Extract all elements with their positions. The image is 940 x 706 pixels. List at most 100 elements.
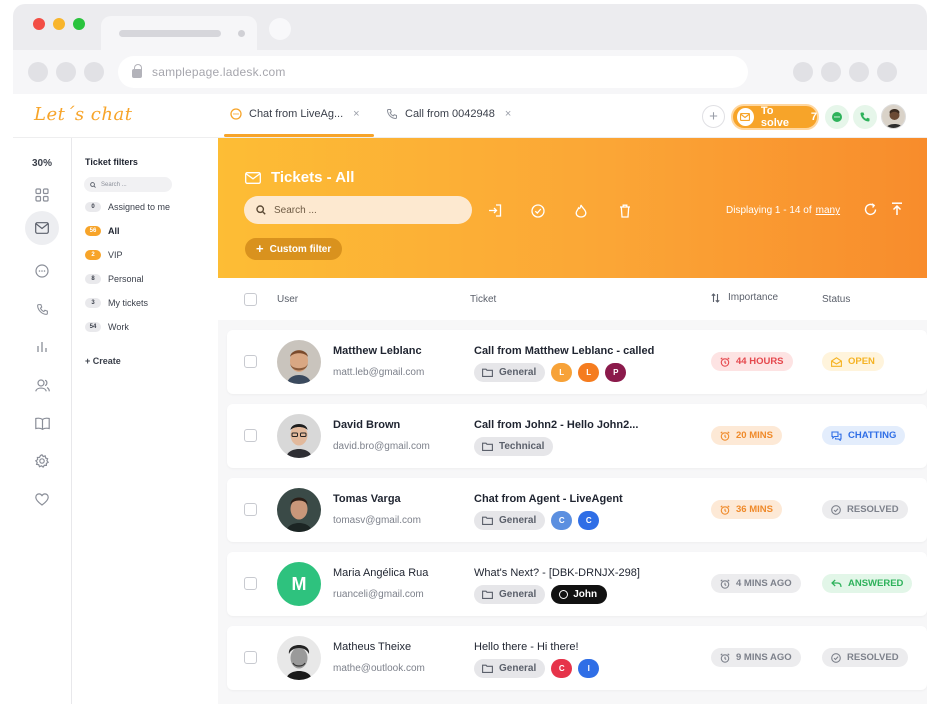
department-badge[interactable]: Technical [474, 437, 554, 456]
status-label: CHATTING [848, 430, 897, 441]
filter-item-all[interactable]: 56 All [85, 226, 120, 236]
status-badge: RESOLVED [822, 648, 908, 667]
filter-item-personal[interactable]: 8 Personal [85, 274, 144, 284]
tag-chip[interactable]: L [551, 363, 573, 382]
check-circle-icon [831, 652, 841, 663]
row-checkbox[interactable] [244, 355, 257, 368]
column-status[interactable]: Status [822, 294, 850, 305]
tab-close-icon[interactable]: × [505, 108, 511, 120]
priority-icon[interactable] [575, 204, 587, 218]
row-checkbox[interactable] [244, 503, 257, 516]
favorites-nav[interactable] [27, 484, 57, 514]
agent-avatar[interactable] [881, 104, 906, 129]
avatar [277, 340, 321, 384]
table-row[interactable]: Tomas Varga tomasv@gmail.com Chat from A… [227, 478, 927, 542]
envelope-icon [35, 222, 49, 234]
department-badge[interactable]: General [474, 511, 546, 530]
row-checkbox[interactable] [244, 651, 257, 664]
knowledgebase-nav[interactable] [27, 408, 57, 438]
refresh-icon[interactable] [864, 203, 877, 216]
ticket-subject[interactable]: Call from Matthew Leblanc - called [474, 345, 654, 357]
call-status-button[interactable] [853, 105, 877, 129]
browser-menu-button[interactable] [877, 62, 897, 82]
filter-item-vip[interactable]: 2 VIP [85, 250, 123, 260]
envelope-icon [737, 108, 754, 126]
custom-filter-button[interactable]: + Custom filter [245, 238, 343, 260]
ticket-subject[interactable]: Chat from Agent - LiveAgent [474, 493, 623, 505]
filter-item-assigned[interactable]: 0 Assigned to me [85, 202, 170, 212]
close-window-button[interactable] [33, 18, 45, 30]
tag-chip[interactable]: L [578, 363, 600, 382]
browser-tab[interactable] [101, 16, 257, 50]
select-all-checkbox[interactable] [244, 293, 257, 306]
table-row[interactable]: Matthew Leblanc matt.leb@gmail.com Call … [227, 330, 927, 394]
department-badge[interactable]: General [474, 363, 546, 382]
tag-chip[interactable]: C [551, 659, 573, 678]
back-button[interactable] [28, 62, 48, 82]
customers-nav[interactable] [27, 370, 57, 400]
tag-chip[interactable]: I [578, 659, 600, 678]
ticket-subject[interactable]: Call from John2 - Hello John2... [474, 419, 638, 431]
lock-icon [132, 64, 142, 78]
column-ticket[interactable]: Ticket [470, 294, 496, 305]
row-checkbox[interactable] [244, 577, 257, 590]
extension-button-3[interactable] [849, 62, 869, 82]
plus-icon: + [256, 241, 264, 256]
app: Let´s chat Chat from LiveAg... × Call fr… [13, 94, 927, 704]
add-button[interactable]: + [702, 105, 725, 128]
alarm-clock-icon [720, 652, 730, 663]
tab-close-icon[interactable] [238, 30, 245, 37]
pagination-many-link[interactable]: many [816, 205, 840, 216]
address-bar[interactable]: samplepage.ladesk.com [118, 56, 748, 88]
tag-chip[interactable]: P [605, 363, 627, 382]
chat-status-button[interactable] [825, 105, 849, 129]
maximize-window-button[interactable] [73, 18, 85, 30]
tag-chip[interactable]: C [551, 511, 573, 530]
filter-item-my-tickets[interactable]: 3 My tickets [85, 298, 148, 308]
table-row[interactable]: Matheus Theixe mathe@outlook.com Hello t… [227, 626, 927, 690]
tickets-header: Tickets - All Search ... Displaying 1 - … [218, 138, 927, 278]
department-badge[interactable]: General [474, 585, 546, 604]
row-checkbox[interactable] [244, 429, 257, 442]
importance-label: 44 HOURS [736, 356, 784, 367]
extension-button-1[interactable] [793, 62, 813, 82]
chats-nav[interactable] [27, 256, 57, 286]
tab-chat-liveagent[interactable]: Chat from LiveAg... × [224, 108, 374, 137]
calls-nav[interactable] [27, 294, 57, 324]
check-circle-icon [831, 504, 841, 515]
department-badge[interactable]: General [474, 659, 546, 678]
to-solve-button[interactable]: To solve 7 [731, 104, 819, 130]
tab-close-icon[interactable]: × [353, 108, 359, 120]
new-tab-button[interactable] [269, 18, 291, 40]
assign-icon[interactable] [488, 204, 502, 217]
extension-button-2[interactable] [821, 62, 841, 82]
tickets-nav[interactable] [25, 211, 59, 245]
ticket-subject[interactable]: What's Next? - [DBK-DRNJX-298] [474, 567, 640, 579]
ticket-subject[interactable]: Hello there - Hi there! [474, 641, 579, 653]
settings-nav[interactable] [27, 446, 57, 476]
scroll-top-icon[interactable] [891, 202, 903, 216]
table-row[interactable]: M Maria Angélica Rua ruanceli@gmail.com … [227, 552, 927, 616]
ticket-search-input[interactable]: Search ... [244, 196, 472, 224]
filter-count: 0 [85, 202, 101, 212]
tab-call[interactable]: Call from 0042948 × [386, 108, 511, 120]
dashboard-nav[interactable] [27, 180, 57, 210]
create-filter-button[interactable]: + Create [85, 356, 121, 366]
forward-button[interactable] [56, 62, 76, 82]
reload-button[interactable] [84, 62, 104, 82]
column-importance[interactable]: Importance [711, 292, 778, 303]
trash-icon[interactable] [619, 204, 631, 218]
column-user[interactable]: User [277, 294, 298, 305]
tag-chip[interactable]: C [578, 511, 600, 530]
importance-badge: 4 MINS AGO [711, 574, 801, 593]
filter-search-input[interactable]: Search ... [84, 177, 172, 192]
assigned-agent-badge[interactable]: John [551, 585, 608, 604]
bar-chart-icon [37, 342, 47, 352]
reports-nav[interactable] [27, 332, 57, 362]
table-row[interactable]: David Brown david.bro@gmail.com Call fro… [227, 404, 927, 468]
resolve-icon[interactable] [531, 204, 545, 218]
chat-bubble-icon [230, 108, 242, 120]
minimize-window-button[interactable] [53, 18, 65, 30]
user-name: Tomas Varga [333, 493, 401, 505]
filter-item-work[interactable]: 54 Work [85, 322, 129, 332]
